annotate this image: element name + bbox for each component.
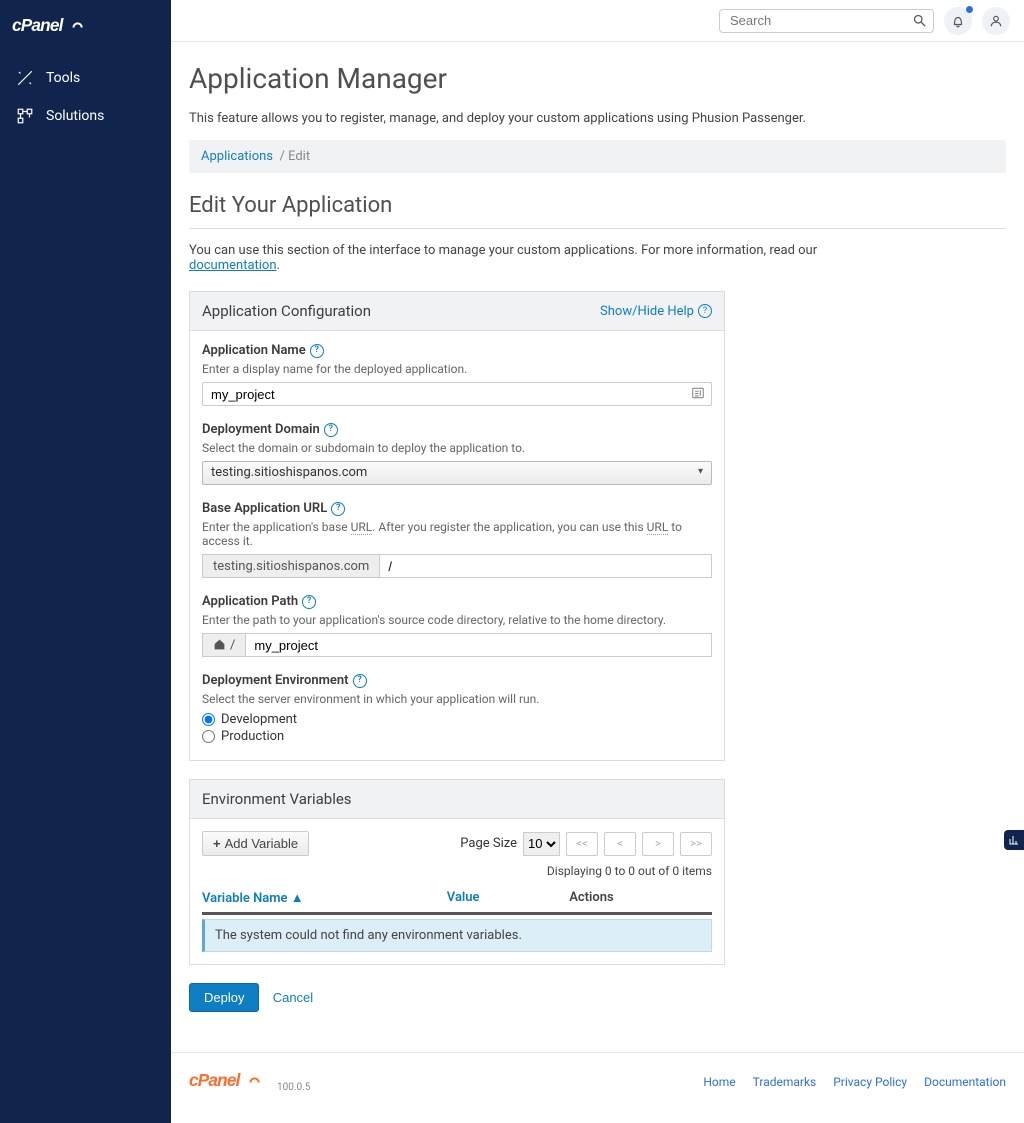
app-path-help: Enter the path to your application's sou… <box>202 613 712 627</box>
breadcrumb: Applications / Edit <box>189 140 1006 173</box>
footer-link-privacy[interactable]: Privacy Policy <box>833 1075 907 1089</box>
show-hide-help-toggle[interactable]: Show/Hide Help ? <box>600 304 712 319</box>
env-vars-empty: The system could not find any environmen… <box>202 919 712 952</box>
solutions-icon <box>16 107 34 125</box>
help-icon[interactable]: ? <box>353 674 367 688</box>
dep-env-development-radio[interactable]: Development <box>202 712 712 727</box>
footer: cPanel 100.0.5 Home Trademarks Privacy P… <box>171 1052 1024 1123</box>
page-title: Application Manager <box>189 62 1006 95</box>
add-variable-button[interactable]: + Add Variable <box>202 831 309 856</box>
svg-text:cPanel: cPanel <box>189 1071 242 1090</box>
footer-logo: cPanel <box>189 1071 271 1090</box>
section-title: Edit Your Application <box>189 193 1006 218</box>
dep-env-production-radio[interactable]: Production <box>202 729 712 744</box>
brand-logo[interactable]: cPanel <box>0 6 171 59</box>
pager-last-button[interactable]: >> <box>680 832 712 856</box>
sidebar-item-tools[interactable]: Tools <box>0 59 171 97</box>
sidebar-item-label: Solutions <box>46 108 104 124</box>
search-icon <box>912 13 927 28</box>
dep-env-label: Deployment Environment <box>202 673 349 688</box>
displaying-text: Displaying 0 to 0 out of 0 items <box>202 864 712 878</box>
pager: Page Size 10 << < > >> <box>460 832 712 856</box>
base-url-label: Base Application URL <box>202 501 327 516</box>
dep-domain-label: Deployment Domain <box>202 422 320 437</box>
cancel-button[interactable]: Cancel <box>263 984 323 1011</box>
app-name-input[interactable] <box>202 382 712 406</box>
env-vars-panel: Environment Variables + Add Variable Pag… <box>189 779 725 965</box>
col-actions: Actions <box>569 890 712 906</box>
stats-side-tab[interactable] <box>1004 830 1024 850</box>
home-icon <box>213 638 227 652</box>
breadcrumb-applications[interactable]: Applications <box>201 149 273 164</box>
footer-link-home[interactable]: Home <box>703 1075 735 1089</box>
sidebar: cPanel Tools Solutions <box>0 0 171 1123</box>
footer-link-trademarks[interactable]: Trademarks <box>753 1075 817 1089</box>
breadcrumb-edit: Edit <box>288 149 310 164</box>
sidebar-item-label: Tools <box>46 70 80 86</box>
app-path-label: Application Path <box>202 594 298 609</box>
page-size-select[interactable]: 10 <box>523 832 560 856</box>
base-url-prefix: testing.sitioshispanos.com <box>202 554 379 578</box>
pager-first-button[interactable]: << <box>566 832 598 856</box>
tools-icon <box>16 69 34 87</box>
svg-text:cPanel: cPanel <box>12 16 65 35</box>
help-icon[interactable]: ? <box>310 344 324 358</box>
base-url-input[interactable] <box>379 554 712 578</box>
page-size-label: Page Size <box>460 836 517 851</box>
base-url-help: Enter the application's base URL. After … <box>202 520 712 548</box>
search-input[interactable] <box>719 9 934 33</box>
dep-domain-select[interactable]: testing.sitioshispanos.com <box>202 461 712 485</box>
help-icon[interactable]: ? <box>302 595 316 609</box>
app-name-help: Enter a display name for the deployed ap… <box>202 362 712 376</box>
sort-asc-icon: ▲ <box>291 891 304 906</box>
dep-env-help: Select the server environment in which y… <box>202 692 712 706</box>
plus-icon: + <box>213 836 221 851</box>
help-icon: ? <box>698 304 712 318</box>
section-description: You can use this section of the interfac… <box>189 243 889 273</box>
pager-next-button[interactable]: > <box>642 832 674 856</box>
help-icon[interactable]: ? <box>331 502 345 516</box>
panel-title: Environment Variables <box>202 790 352 808</box>
app-name-label: Application Name <box>202 343 306 358</box>
notification-dot-icon <box>966 6 973 13</box>
notifications-button[interactable] <box>944 7 972 35</box>
footer-link-docs[interactable]: Documentation <box>924 1075 1006 1089</box>
help-icon[interactable]: ? <box>324 423 338 437</box>
documentation-link[interactable]: documentation <box>189 258 277 273</box>
dep-domain-help: Select the domain or subdomain to deploy… <box>202 441 712 455</box>
panel-title: Application Configuration <box>202 302 371 320</box>
app-path-input[interactable] <box>245 633 712 657</box>
form-fill-icon <box>691 386 706 401</box>
pager-prev-button[interactable]: < <box>604 832 636 856</box>
footer-version: 100.0.5 <box>277 1082 310 1093</box>
col-value[interactable]: Value <box>447 890 569 906</box>
app-path-prefix: / <box>202 633 245 657</box>
app-config-panel: Application Configuration Show/Hide Help… <box>189 291 725 761</box>
col-variable-name[interactable]: Variable Name ▲ <box>202 890 447 906</box>
sidebar-item-solutions[interactable]: Solutions <box>0 97 171 135</box>
top-bar <box>171 0 1024 42</box>
account-button[interactable] <box>982 7 1010 35</box>
page-intro: This feature allows you to register, man… <box>189 111 1006 126</box>
